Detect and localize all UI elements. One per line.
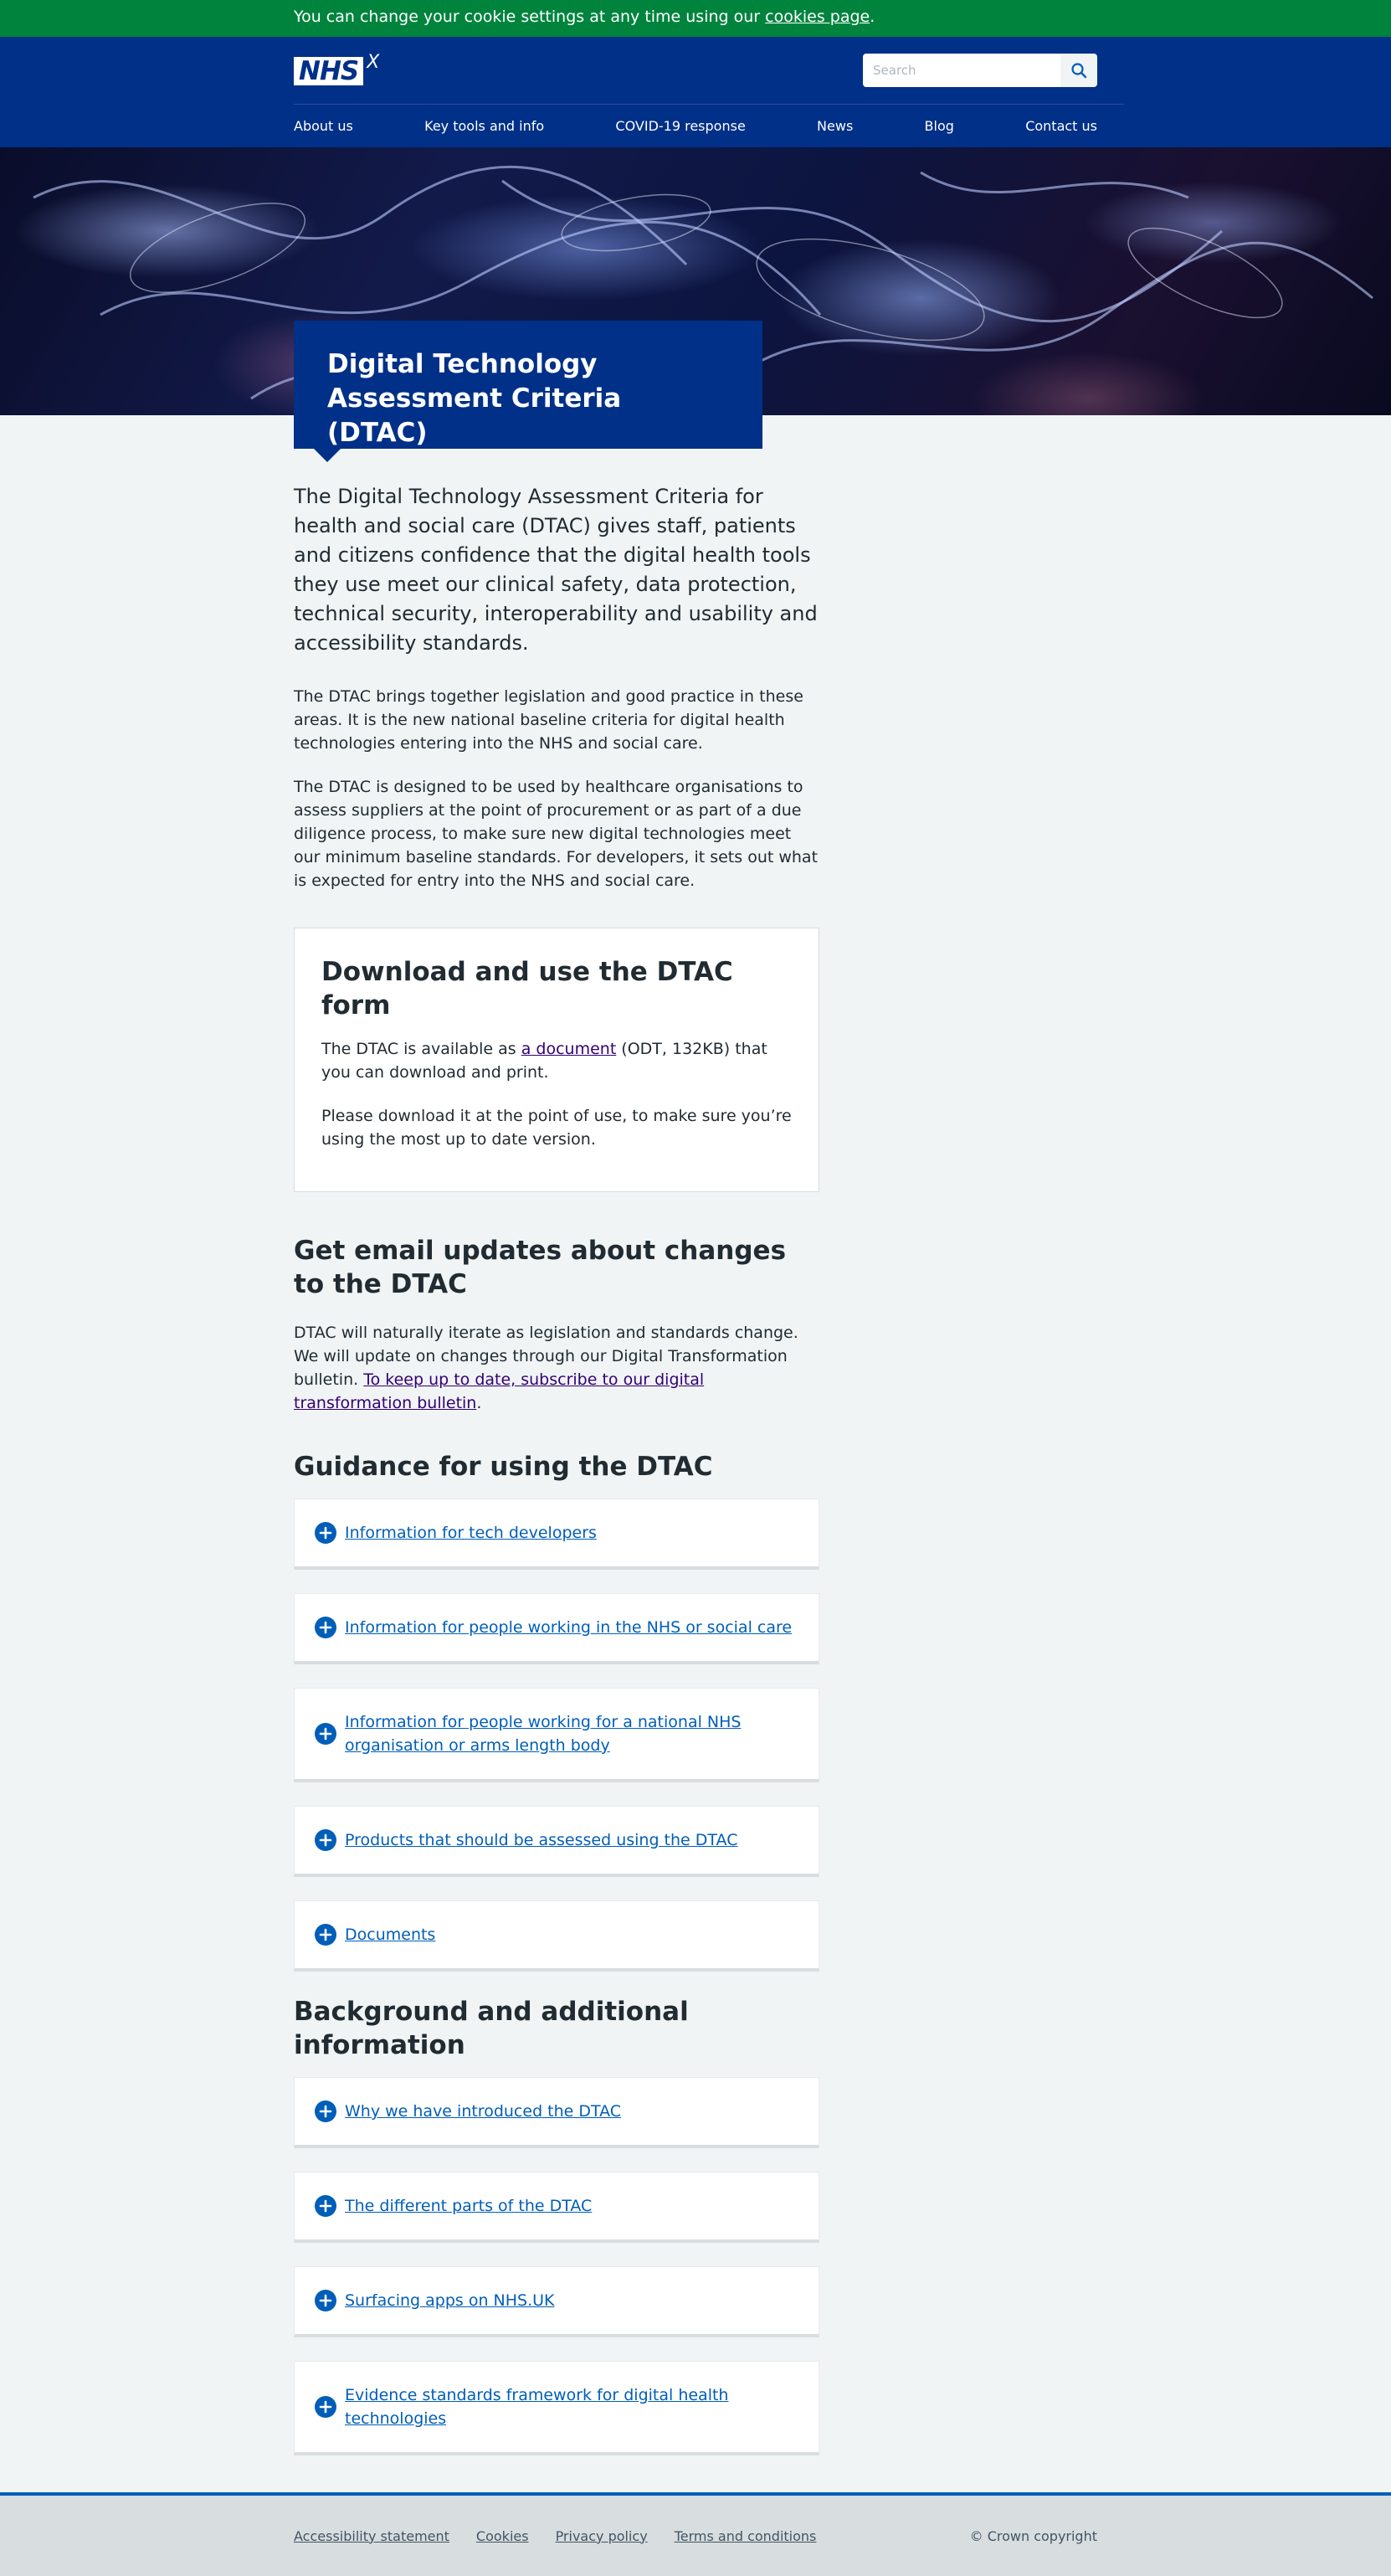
page-title: Digital Technology Assessment Criteria (…: [327, 349, 622, 448]
hero-banner: Digital Technology Assessment Criteria (…: [0, 147, 1391, 462]
cookie-banner: You can change your cookie settings at a…: [0, 0, 1391, 37]
plus-circle-icon: [315, 1723, 336, 1745]
plus-circle-icon: [315, 1924, 336, 1946]
accordion-item[interactable]: The different parts of the DTAC: [294, 2172, 819, 2243]
plus-circle-icon: [315, 1829, 336, 1851]
plus-circle-icon: [315, 1522, 336, 1544]
nav-blog[interactable]: Blog: [911, 105, 968, 147]
copyright-notice: © Crown copyright: [969, 2527, 1097, 2544]
nhsx-logo[interactable]: NHS X: [294, 52, 379, 85]
search-icon: [1071, 63, 1087, 79]
intro-lede: The Digital Technology Assessment Criter…: [294, 485, 818, 655]
search-button[interactable]: [1060, 54, 1097, 87]
cookie-text: You can change your cookie settings at a…: [294, 8, 761, 26]
nav-contact-us[interactable]: Contact us: [1012, 105, 1111, 147]
accordion-item[interactable]: Information for people working in the NH…: [294, 1593, 819, 1664]
accordion-label[interactable]: Why we have introduced the DTAC: [345, 2100, 621, 2123]
page-title-box: Digital Technology Assessment Criteria (…: [294, 321, 762, 462]
footer-cookies-link[interactable]: Cookies: [476, 2528, 529, 2544]
accordion-item[interactable]: Surfacing apps on NHS.UK: [294, 2266, 819, 2337]
plus-circle-icon: [315, 2290, 336, 2311]
footer-accessibility-link[interactable]: Accessibility statement: [294, 2528, 449, 2544]
accordion-item[interactable]: Products that should be assessed using t…: [294, 1806, 819, 1877]
search-input[interactable]: [863, 54, 1060, 87]
download-heading: Download and use the DTAC form: [321, 957, 733, 1021]
footer-terms-link[interactable]: Terms and conditions: [675, 2528, 817, 2544]
background-accordion-list: Why we have introduced the DTAC The diff…: [294, 2077, 819, 2455]
search-form: [863, 54, 1097, 87]
accordion-label[interactable]: Information for people working for a nat…: [345, 1710, 798, 1757]
email-suffix: .: [476, 1394, 482, 1412]
nhs-logo-box: NHS: [294, 57, 364, 85]
download-paragraph-2: Please download it at the point of use, …: [321, 1107, 792, 1149]
intro-paragraph-1: The DTAC brings together legislation and…: [294, 687, 803, 753]
accordion-label[interactable]: Documents: [345, 1923, 435, 1946]
accordion-item[interactable]: Documents: [294, 1900, 819, 1972]
plus-circle-icon: [315, 2100, 336, 2122]
accordion-item[interactable]: Why we have introduced the DTAC: [294, 2077, 819, 2148]
accordion-label[interactable]: Information for tech developers: [345, 1521, 597, 1545]
nav-news[interactable]: News: [803, 105, 866, 147]
background-heading: Background and additional information: [294, 1997, 689, 2060]
cookie-suffix: .: [870, 8, 875, 26]
guidance-heading: Guidance for using the DTAC: [294, 1452, 713, 1482]
plus-circle-icon: [315, 2396, 336, 2418]
footer-privacy-link[interactable]: Privacy policy: [556, 2528, 648, 2544]
nav-covid-response[interactable]: COVID-19 response: [602, 105, 758, 147]
nav-key-tools[interactable]: Key tools and info: [411, 105, 557, 147]
accordion-label[interactable]: Products that should be assessed using t…: [345, 1828, 737, 1852]
site-header: NHS X About us Key tools and info COVID-…: [0, 37, 1391, 147]
email-updates-section: Get email updates about changes to the D…: [294, 1234, 819, 1415]
accordion-item[interactable]: Evidence standards framework for digital…: [294, 2361, 819, 2455]
download-card: Download and use the DTAC form The DTAC …: [294, 928, 819, 1192]
cookies-page-link[interactable]: cookies page: [765, 8, 870, 26]
accordion-label[interactable]: Information for people working in the NH…: [345, 1616, 792, 1639]
main-content: The Digital Technology Assessment Criter…: [294, 415, 1097, 2455]
email-paragraph: DTAC will naturally iterate as legislati…: [294, 1321, 819, 1415]
title-box-pointer: [314, 449, 341, 462]
intro-paragraph-2: The DTAC is designed to be used by healt…: [294, 778, 819, 890]
cookie-message: You can change your cookie settings at a…: [294, 0, 1097, 26]
accordion-label[interactable]: The different parts of the DTAC: [345, 2194, 592, 2218]
plus-circle-icon: [315, 1617, 336, 1638]
download-text-before: The DTAC is available as: [321, 1040, 521, 1058]
accordion-label[interactable]: Evidence standards framework for digital…: [345, 2383, 798, 2430]
accordion-label[interactable]: Surfacing apps on NHS.UK: [345, 2289, 555, 2312]
download-paragraph-1: The DTAC is available as a document (ODT…: [321, 1037, 792, 1084]
plus-circle-icon: [315, 2195, 336, 2217]
primary-nav: About us Key tools and info COVID-19 res…: [267, 105, 1124, 147]
accordion-item[interactable]: Information for people working for a nat…: [294, 1688, 819, 1782]
email-heading: Get email updates about changes to the D…: [294, 1236, 787, 1299]
logo-x: X: [367, 52, 380, 73]
site-footer: Accessibility statement Cookies Privacy …: [0, 2492, 1391, 2576]
nav-about-us[interactable]: About us: [280, 105, 367, 147]
dtac-document-link[interactable]: a document: [521, 1040, 617, 1058]
accordion-item[interactable]: Information for tech developers: [294, 1499, 819, 1570]
guidance-accordion-list: Information for tech developers Informat…: [294, 1499, 819, 1972]
